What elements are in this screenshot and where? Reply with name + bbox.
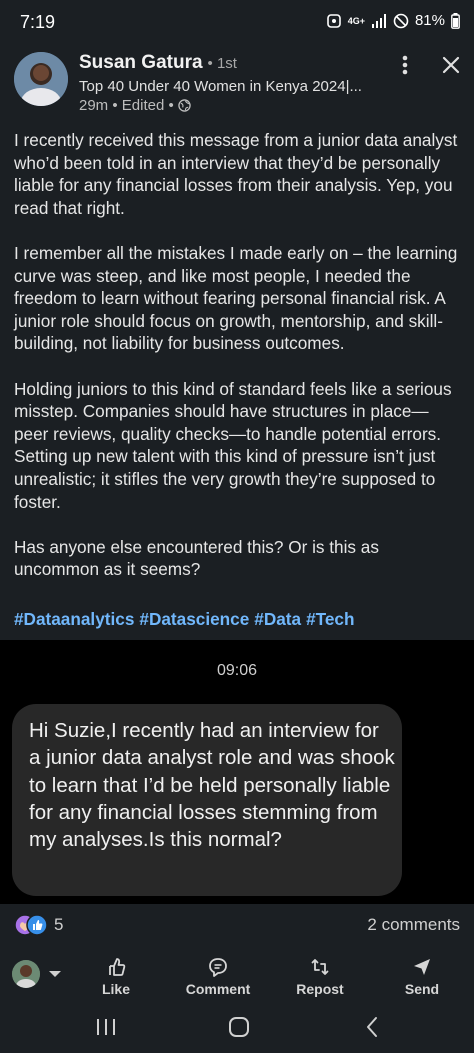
message-bubble: Hi Suzie,I recently had an interview for…: [12, 704, 402, 896]
comment-icon: [209, 958, 227, 977]
home-icon[interactable]: [228, 1016, 250, 1038]
send-label: Send: [404, 981, 440, 997]
action-bar: Like Comment Repost Send: [0, 948, 474, 1000]
actor-avatar[interactable]: [12, 960, 40, 988]
more-vertical-icon: [402, 55, 408, 75]
reactions-count: 5: [54, 915, 64, 934]
hashtag-link[interactable]: #Tech: [306, 609, 354, 630]
recent-apps-icon[interactable]: [94, 1017, 118, 1037]
hashtag-link[interactable]: #Dataanalytics: [14, 609, 134, 630]
post-image[interactable]: 09:06 Hi Suzie,I recently had an intervi…: [0, 640, 474, 904]
repost-icon: [311, 959, 329, 975]
status-time: 7:19: [20, 12, 56, 32]
post-meta: 29m • Edited •: [79, 97, 191, 114]
chevron-down-icon[interactable]: [48, 970, 62, 979]
repost-button[interactable]: Repost: [275, 956, 365, 997]
send-icon: [414, 959, 430, 975]
author-avatar[interactable]: [14, 52, 68, 106]
connection-degree: • 1st: [207, 55, 237, 72]
author-headline: Top 40 Under 40 Women in Kenya 2024|...: [79, 78, 362, 95]
repost-label: Repost: [296, 981, 344, 997]
globe-icon: [177, 99, 191, 112]
post-paragraph: Holding juniors to this kind of standard…: [14, 378, 452, 512]
hashtag-link[interactable]: #Data: [254, 609, 301, 630]
battery-percent: 81%: [414, 12, 445, 29]
reaction-icons: [14, 914, 48, 936]
status-icons: 4G+ 81%: [326, 12, 460, 29]
post-paragraph: I remember all the mistakes I made early…: [14, 242, 458, 354]
author-name[interactable]: Susan Gatura: [79, 52, 203, 74]
comment-button[interactable]: Comment: [173, 956, 263, 997]
like-label: Like: [101, 981, 130, 997]
back-icon[interactable]: [364, 1016, 380, 1038]
comments-count[interactable]: 2 comments: [367, 915, 460, 935]
post-header: Susan Gatura • 1st Top 40 Under 40 Women…: [0, 46, 474, 126]
like-button[interactable]: Like: [71, 956, 161, 997]
more-options-button[interactable]: [394, 52, 416, 78]
message-text: Hi Suzie,I recently had an interview for…: [29, 719, 395, 852]
battery-icon: [451, 12, 460, 29]
status-bar: 7:19 4G+ 81%: [0, 0, 474, 46]
system-nav-bar: [0, 1002, 474, 1053]
post-body: I recently received this message from a …: [14, 129, 462, 603]
send-button[interactable]: Send: [377, 956, 467, 997]
like-reaction-icon: [26, 914, 48, 936]
do-not-disturb-icon: [393, 13, 409, 28]
signal-icon: [371, 13, 386, 28]
post-paragraph: Has anyone else encountered this? Or is …: [14, 536, 379, 580]
comment-label: Comment: [185, 981, 251, 997]
like-icon: [109, 958, 126, 976]
close-icon: [442, 56, 460, 74]
post-timestamp: 29m • Edited •: [79, 97, 174, 114]
hashtags: #Dataanalytics #Datascience #Data #Tech: [14, 609, 355, 630]
alarm-icon: [326, 13, 341, 28]
hashtag-link[interactable]: #Datascience: [139, 609, 249, 630]
close-button[interactable]: [438, 52, 464, 78]
reactions-summary[interactable]: 5: [14, 914, 63, 936]
message-time: 09:06: [216, 662, 258, 679]
author-line: Susan Gatura • 1st: [79, 52, 237, 74]
post-paragraph: I recently received this message from a …: [14, 130, 458, 218]
network-type: 4G+: [347, 15, 365, 26]
